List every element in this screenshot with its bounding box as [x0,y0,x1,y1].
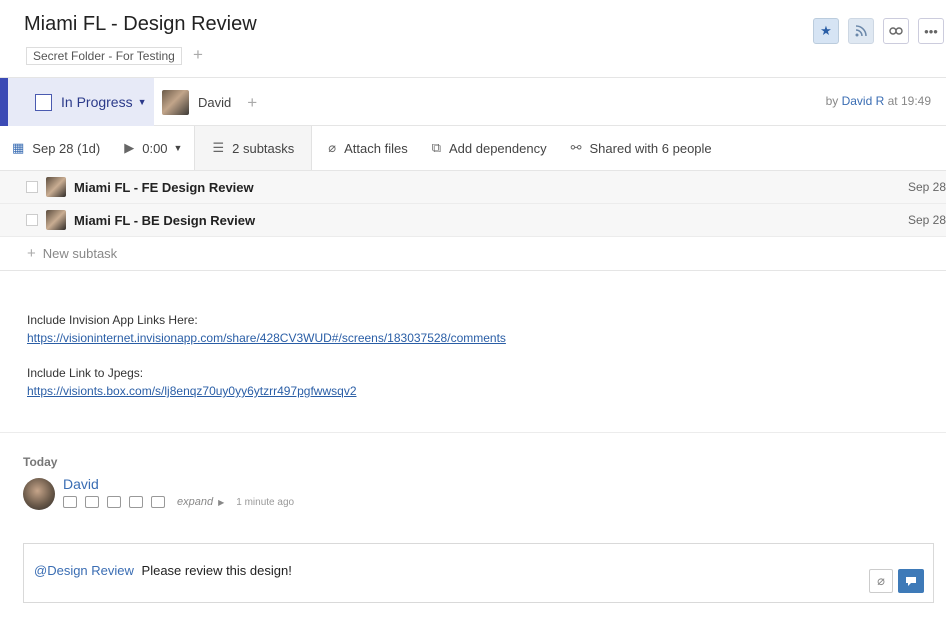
new-subtask-button[interactable]: + New subtask [0,237,946,271]
add-dependency-button[interactable]: ⧉ Add dependency [420,126,559,170]
link-icon[interactable] [883,18,909,44]
status-dropdown[interactable]: In Progress ▼ [8,78,154,126]
share-icon: ⚯ [570,140,582,155]
comment-body: Please review this design! [141,563,292,578]
stream-day-label: Today [23,455,58,469]
mention[interactable]: @Design Review [34,563,134,578]
status-accent [0,78,8,126]
dependency-icon: ⧉ [431,140,441,155]
task-description[interactable]: Include Invision App Links Here: https:/… [27,311,506,400]
paperclip-icon[interactable]: ⌀ [869,569,893,593]
by-prefix: by [825,94,839,108]
more-icon[interactable]: ••• [918,18,944,44]
subtask-date: Sep 28 [907,213,946,227]
invision-link[interactable]: https://visioninternet.invisionapp.com/s… [27,331,506,345]
created-time: at 19:49 [887,94,931,108]
timer-button[interactable]: ▶ 0:00 ▼ [112,126,194,170]
author-line: by David R at 19:49 [826,94,931,108]
rss-icon[interactable] [848,18,874,44]
chevron-right-icon[interactable]: ▶ [218,498,224,507]
folder-icon[interactable] [107,496,121,508]
expand-link[interactable]: expand [177,496,213,508]
description-line: Include Link to Jpegs: [27,366,144,380]
subtasks-button[interactable]: ☰ 2 subtasks [194,126,313,170]
users-icon[interactable] [151,496,165,508]
list-icon: ☰ [212,140,225,155]
star-icon[interactable]: ★ [813,18,839,44]
subtasks-label: 2 subtasks [232,140,295,156]
status-checkbox[interactable] [35,93,52,111]
calendar-icon[interactable] [63,496,77,508]
paperclip-icon: ⌀ [328,140,337,155]
divider [0,432,946,433]
avatar [162,90,189,115]
author-link[interactable]: David R [842,94,885,108]
subtask-row[interactable]: Miami FL - FE Design Review Sep 28 [0,171,946,204]
attach-files-label: Attach files [344,140,408,156]
chevron-down-icon: ▼ [137,97,147,107]
user-icon[interactable] [129,496,143,508]
send-icon[interactable] [898,569,924,593]
status-bar: In Progress ▼ David + by David R at 19:4… [0,77,946,126]
subtask-checkbox[interactable] [26,214,38,226]
description-line: Include Invision App Links Here: [27,313,198,327]
calendar-icon: ▦ [12,140,25,155]
shared-button[interactable]: ⚯ Shared with 6 people [559,126,724,170]
subtask-name[interactable]: Miami FL - FE Design Review [74,180,254,195]
avatar [23,478,55,510]
subtask-row[interactable]: Miami FL - BE Design Review Sep 28 [0,204,946,237]
assignee-name[interactable]: David [198,95,231,110]
add-assignee-icon[interactable]: + [247,93,257,113]
comment-author[interactable]: David [63,476,99,492]
due-date-label: Sep 28 (1d) [32,140,101,156]
subtask-name[interactable]: Miami FL - BE Design Review [74,213,255,228]
due-date-button[interactable]: ▦ Sep 28 (1d) [0,126,112,170]
task-actions: ★ ••• [813,18,944,44]
chevron-down-icon: ▼ [173,143,183,153]
shared-label: Shared with 6 people [589,140,712,156]
comment-time: 1 minute ago [236,496,295,508]
subtask-checkbox[interactable] [26,181,38,193]
add-folder-icon[interactable]: + [193,45,203,65]
add-dependency-label: Add dependency [449,140,547,156]
jpegs-link[interactable]: https://visionts.box.com/s/lj8enqz70uy0y… [27,384,357,398]
folder-tag[interactable]: Secret Folder - For Testing [26,47,182,65]
avatar [46,210,66,230]
new-subtask-label: New subtask [42,246,118,261]
timer-label: 0:00 [142,140,168,156]
subtask-date: Sep 28 [907,180,946,194]
edit-icon[interactable] [85,496,99,508]
status-label: In Progress [61,94,133,110]
comment-text[interactable]: @Design Review Please review this design… [34,563,292,578]
plus-icon: + [27,245,36,262]
task-title[interactable]: Miami FL - Design Review [24,13,257,36]
assignee[interactable]: David + [162,90,257,115]
play-icon: ▶ [124,140,135,155]
attach-files-button[interactable]: ⌀ Attach files [312,126,419,170]
comment-input[interactable]: @Design Review Please review this design… [23,543,934,603]
task-toolbar: ▦ Sep 28 (1d) ▶ 0:00 ▼ ☰ 2 subtasks ⌀ At… [0,126,946,171]
avatar [46,177,66,197]
comment-meta: expand ▶ 1 minute ago [63,496,294,508]
